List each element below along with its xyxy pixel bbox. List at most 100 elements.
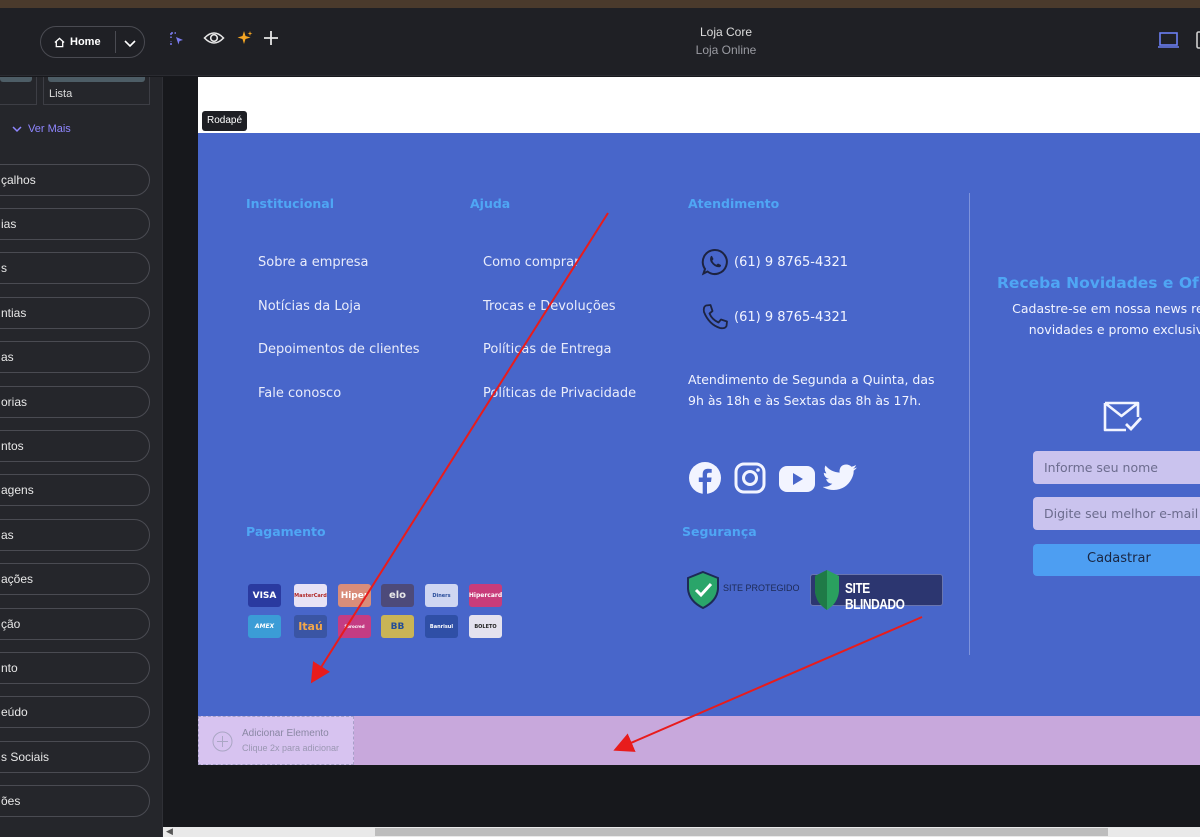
sidebar-item[interactable]: çalhos: [0, 164, 150, 196]
atendimento-heading: Atendimento: [688, 196, 780, 211]
payment-hipercard-icon: Hipercard: [469, 584, 502, 607]
footer-link[interactable]: Notícias da Loja: [258, 299, 361, 314]
sidebar-item[interactable]: ias: [0, 208, 150, 240]
site-blindado-label: SITE BLINDADO: [845, 581, 905, 613]
select-element-icon[interactable]: [169, 31, 185, 47]
payment-banrisul-icon: Banrisul: [425, 615, 458, 638]
sidebar-item[interactable]: eúdo: [0, 696, 150, 728]
newsletter-submit-button[interactable]: Cadastrar: [1033, 544, 1200, 576]
newsletter-email-input[interactable]: [1033, 497, 1200, 530]
components-sidebar: Lista Ver Mais çalhos ias s ntias as ori…: [0, 77, 163, 837]
mail-check-icon: [1103, 401, 1143, 432]
sidebar-item[interactable]: agens: [0, 474, 150, 506]
footer-link[interactable]: Fale conosco: [258, 386, 341, 401]
sidebar-item[interactable]: s Sociais: [0, 741, 150, 773]
site-subtitle: Loja Online: [695, 43, 757, 57]
page-selector-label: Home: [54, 36, 101, 48]
page-selector[interactable]: Home: [40, 26, 145, 58]
see-more-label: Ver Mais: [28, 123, 71, 135]
scroll-left-arrow-icon[interactable]: ◀: [166, 826, 173, 837]
sidebar-item[interactable]: ntias: [0, 297, 150, 329]
divider: [115, 31, 116, 53]
add-element-row[interactable]: Adicionar Elemento Clique 2x para adicio…: [198, 716, 1200, 765]
footer-link[interactable]: Como comprar: [483, 255, 579, 270]
scrollbar-thumb[interactable]: [375, 828, 1108, 836]
column-divider: [969, 193, 970, 655]
component-thumbnail-label: Lista: [49, 88, 73, 100]
sidebar-item[interactable]: as: [0, 341, 150, 373]
section-tag[interactable]: Rodapé: [202, 111, 248, 131]
add-element-title: Adicionar Elemento: [242, 728, 329, 739]
payment-boleto-icon: BOLETO: [469, 615, 502, 638]
desktop-view-icon[interactable]: [1158, 31, 1180, 49]
payment-diners-icon: Diners: [425, 584, 458, 607]
footer-section[interactable]: Institucional Sobre a empresa Notícias d…: [198, 133, 1200, 716]
home-icon: [54, 37, 65, 47]
service-hours: Atendimento de Segunda a Quinta, das 9h …: [688, 372, 935, 408]
payment-itau-icon: Itaú: [294, 615, 327, 638]
footer-link[interactable]: Sobre a empresa: [258, 255, 368, 270]
payment-amex-icon: AMEX: [248, 615, 281, 638]
preview-eye-icon[interactable]: [203, 29, 225, 47]
component-thumbnail-lista[interactable]: Lista: [43, 77, 150, 105]
sidebar-item[interactable]: ões: [0, 785, 150, 817]
payment-mastercard-icon: MasterCard: [294, 584, 327, 607]
phone-icon: [702, 304, 728, 330]
chevron-down-icon[interactable]: [122, 35, 138, 51]
ai-sparkle-icon[interactable]: [237, 30, 253, 46]
newsletter-name-input[interactable]: [1033, 451, 1200, 484]
whatsapp-icon: [701, 248, 728, 276]
add-icon[interactable]: [263, 30, 279, 46]
shield-icon: [815, 570, 839, 610]
sidebar-item[interactable]: as: [0, 519, 150, 551]
editor-canvas: Rodapé Institucional Sobre a empresa Not…: [163, 77, 1200, 827]
newsletter-title: Receba Novidades e Of: [997, 274, 1199, 292]
tablet-view-icon[interactable]: [1196, 31, 1200, 49]
add-circle-icon: [212, 731, 233, 752]
horizontal-scrollbar[interactable]: ◀: [163, 826, 1200, 837]
add-element-hint: Clique 2x para adicionar: [242, 743, 340, 753]
payment-elo-icon: elo: [381, 584, 414, 607]
sidebar-item[interactable]: nto: [0, 652, 150, 684]
add-element-dropzone[interactable]: Adicionar Elemento Clique 2x para adicio…: [198, 716, 354, 765]
facebook-icon[interactable]: [688, 461, 722, 495]
see-more-toggle[interactable]: Ver Mais: [12, 123, 71, 135]
site-title: Loja Core: [699, 25, 753, 39]
phone-number: (61) 9 8765-4321: [734, 309, 849, 325]
seguranca-heading: Segurança: [682, 524, 757, 539]
footer-link[interactable]: Depoimentos de clientes: [258, 342, 420, 357]
page-section-above[interactable]: [198, 77, 1200, 133]
site-blindado-seal: SITE BLINDADO: [810, 570, 943, 613]
newsletter-subtitle: Cadastre-se em nossa news receba novidad…: [1012, 301, 1200, 337]
window-top-strip: [0, 0, 1200, 8]
pagamento-heading: Pagamento: [246, 524, 326, 539]
page-name: Home: [70, 36, 101, 48]
whatsapp-number: (61) 9 8765-4321: [734, 254, 849, 270]
top-toolbar: Home Loja Core Loja Online: [0, 8, 1200, 76]
twitter-icon[interactable]: [823, 464, 858, 494]
site-protegido-seal: SITE PROTEGIDO: [685, 570, 810, 610]
site-title-block: Loja Core Loja Online: [626, 25, 826, 57]
payment-sorocred-icon: Sorocred: [338, 615, 371, 638]
whatsapp-contact[interactable]: (61) 9 8765-4321: [700, 247, 848, 277]
component-thumbnail[interactable]: [0, 77, 37, 105]
instagram-icon[interactable]: [734, 462, 766, 494]
ajuda-heading: Ajuda: [470, 196, 511, 211]
shield-check-icon: [687, 570, 719, 610]
youtube-icon[interactable]: [779, 466, 815, 492]
footer-link[interactable]: Políticas de Entrega: [483, 342, 612, 357]
payment-hiper-icon: Hiper: [338, 584, 371, 607]
institucional-heading: Institucional: [246, 196, 335, 211]
payment-bb-icon: BB: [381, 615, 414, 638]
site-protegido-label: SITE PROTEGIDO: [723, 583, 800, 593]
sidebar-item[interactable]: ntos: [0, 430, 150, 462]
sidebar-item[interactable]: ações: [0, 563, 150, 595]
payment-visa-icon: VISA: [248, 584, 281, 607]
sidebar-item[interactable]: ção: [0, 608, 150, 640]
chevron-down-icon: [12, 126, 22, 133]
sidebar-item[interactable]: s: [0, 252, 150, 284]
footer-link[interactable]: Políticas de Privacidade: [483, 386, 636, 401]
sidebar-item[interactable]: orias: [0, 386, 150, 418]
phone-contact[interactable]: (61) 9 8765-4321: [700, 302, 848, 332]
footer-link[interactable]: Trocas e Devoluções: [483, 299, 616, 314]
